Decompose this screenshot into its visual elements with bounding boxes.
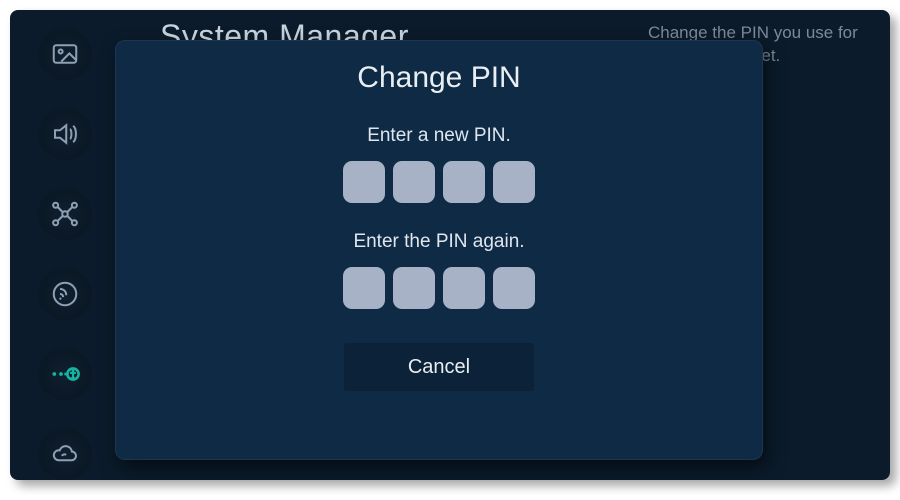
picture-icon [50,39,80,69]
new-pin-digit-3[interactable] [443,161,485,203]
settings-screen: System Manager Change the PIN you use fo… [10,10,890,480]
change-pin-dialog: Change PIN Enter a new PIN. Enter the PI… [115,40,763,460]
cloud-icon [50,439,80,469]
sidebar-item-cloud[interactable] [38,428,92,480]
sidebar-item-network[interactable] [38,188,92,240]
cancel-button-label: Cancel [408,356,470,379]
accessibility-icon [49,358,81,390]
confirm-pin-digit-2[interactable] [393,267,435,309]
sidebar-item-accessibility[interactable] [38,348,92,400]
new-pin-digit-1[interactable] [343,161,385,203]
new-pin-prompt: Enter a new PIN. [367,125,511,147]
sidebar-item-broadcast[interactable] [38,268,92,320]
settings-sidebar [10,10,120,480]
new-pin-digit-2[interactable] [393,161,435,203]
sidebar-item-picture[interactable] [38,28,92,80]
confirm-pin-row [343,267,535,309]
new-pin-digit-4[interactable] [493,161,535,203]
dialog-title: Change PIN [357,61,520,95]
sound-icon [50,119,80,149]
confirm-pin-digit-1[interactable] [343,267,385,309]
network-icon [50,199,80,229]
broadcast-icon [50,279,80,309]
cancel-button[interactable]: Cancel [344,343,534,391]
confirm-pin-digit-3[interactable] [443,267,485,309]
new-pin-row [343,161,535,203]
sidebar-item-sound[interactable] [38,108,92,160]
confirm-pin-prompt: Enter the PIN again. [353,231,524,253]
confirm-pin-digit-4[interactable] [493,267,535,309]
